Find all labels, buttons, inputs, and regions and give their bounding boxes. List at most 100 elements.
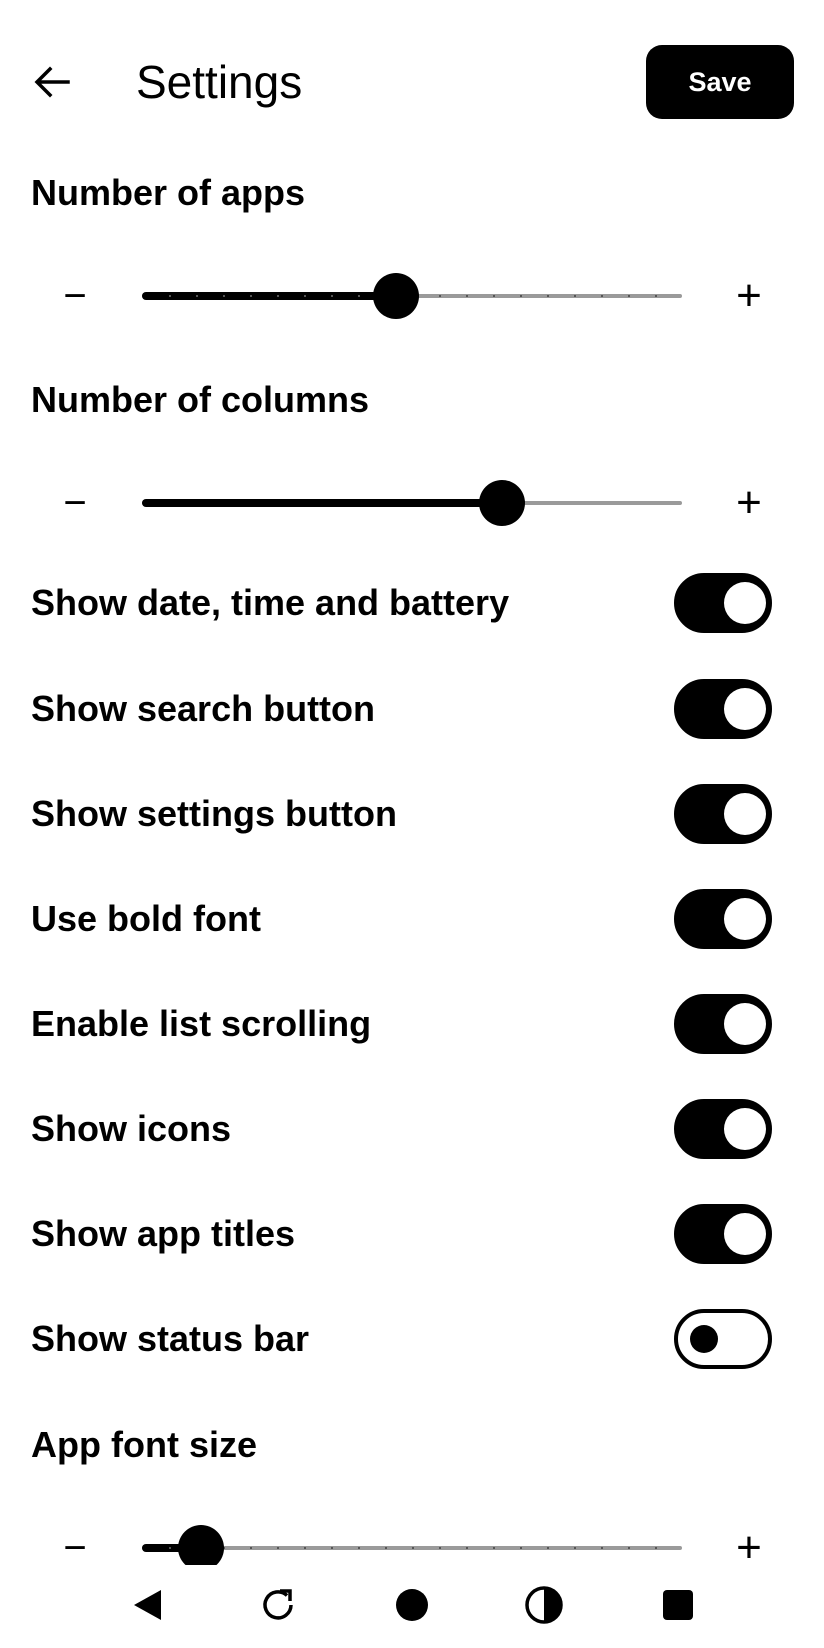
slider-tick — [601, 295, 603, 297]
slider-tick — [520, 1547, 522, 1549]
toggle-label: Show date, time and battery — [31, 582, 510, 623]
apps-count-decrease-button[interactable]: − — [50, 266, 100, 326]
status-bar-switch[interactable] — [674, 1309, 772, 1369]
page-title: Settings — [136, 56, 303, 108]
toggle-row-bold-font[interactable]: Use bold font — [0, 868, 824, 968]
plus-icon: + — [736, 478, 762, 527]
arrow-left-icon — [34, 66, 70, 98]
slider-tick — [439, 295, 441, 297]
slider-thumb[interactable] — [479, 480, 525, 526]
slider-tick — [358, 1547, 360, 1549]
font-size-label: App font size — [31, 1424, 257, 1465]
toggle-label: Show status bar — [31, 1318, 310, 1359]
minus-icon: − — [63, 480, 87, 525]
slider-tick — [574, 295, 576, 297]
toggle-label: Show search button — [31, 688, 376, 729]
slider-tick — [277, 1547, 279, 1549]
minus-icon: − — [63, 1525, 87, 1570]
slider-tick — [169, 1547, 171, 1549]
slider-tick — [628, 295, 630, 297]
apps-count-label: Number of apps — [31, 172, 306, 213]
nav-back-button[interactable] — [117, 1575, 177, 1635]
slider-tick — [439, 1547, 441, 1549]
slider-tick — [547, 295, 549, 297]
settings-button-switch[interactable] — [674, 784, 772, 844]
slider-tick — [385, 1547, 387, 1549]
slider-tick — [493, 1547, 495, 1549]
switch-knob — [724, 898, 766, 940]
header: Settings Save — [0, 0, 824, 165]
slider-thumb[interactable] — [373, 273, 419, 319]
columns-count-slider[interactable] — [142, 480, 682, 526]
toggle-label: Show app titles — [31, 1213, 296, 1254]
list-scrolling-switch[interactable] — [674, 994, 772, 1054]
search-button-switch[interactable] — [674, 679, 772, 739]
slider-tick — [655, 1547, 657, 1549]
switch-knob — [724, 1108, 766, 1150]
slider-tick — [223, 295, 225, 297]
nav-refresh-button[interactable] — [248, 1575, 308, 1635]
slider-tick — [412, 1547, 414, 1549]
show-icons-switch[interactable] — [674, 1099, 772, 1159]
toggle-label: Enable list scrolling — [31, 1003, 372, 1044]
slider-tick — [250, 295, 252, 297]
slider-tick — [304, 295, 306, 297]
back-button[interactable] — [30, 60, 74, 104]
switch-knob — [724, 688, 766, 730]
switch-knob — [724, 793, 766, 835]
switch-knob — [724, 1003, 766, 1045]
toggle-row-search-button[interactable]: Show search button — [0, 658, 824, 758]
font-size-slider[interactable] — [142, 1525, 682, 1571]
apps-count-slider[interactable] — [142, 273, 682, 319]
bold-font-switch[interactable] — [674, 889, 772, 949]
toggle-row-status-bar[interactable]: Show status bar — [0, 1288, 824, 1388]
columns-count-slider-row: − + — [0, 473, 824, 533]
toggle-row-show-icons[interactable]: Show icons — [0, 1078, 824, 1178]
columns-count-increase-button[interactable]: + — [724, 473, 774, 533]
toggle-row-date-time-battery[interactable]: Show date, time and battery — [0, 552, 824, 652]
app-titles-switch[interactable] — [674, 1204, 772, 1264]
plus-icon: + — [736, 271, 762, 320]
switch-knob — [690, 1325, 718, 1353]
nav-recents-button[interactable] — [648, 1575, 708, 1635]
contrast-icon — [525, 1586, 563, 1624]
square-recents-icon — [663, 1590, 693, 1620]
home-circle-icon — [396, 1589, 428, 1621]
date-time-battery-switch[interactable] — [674, 573, 772, 633]
slider-tick — [628, 1547, 630, 1549]
apps-count-increase-button[interactable]: + — [724, 266, 774, 326]
slider-tick — [331, 1547, 333, 1549]
slider-tick — [250, 1547, 252, 1549]
switch-knob — [724, 582, 766, 624]
slider-tick — [520, 295, 522, 297]
slider-tick — [574, 1547, 576, 1549]
slider-tick — [601, 1547, 603, 1549]
triangle-back-icon — [134, 1590, 161, 1620]
toggle-label: Show settings button — [31, 793, 397, 834]
slider-tick — [277, 295, 279, 297]
toggle-row-app-titles[interactable]: Show app titles — [0, 1183, 824, 1283]
slider-active-track — [142, 499, 502, 507]
toggle-row-settings-button[interactable]: Show settings button — [0, 763, 824, 863]
toggle-row-list-scrolling[interactable]: Enable list scrolling — [0, 973, 824, 1073]
nav-home-button[interactable] — [382, 1575, 442, 1635]
nav-contrast-button[interactable] — [514, 1575, 574, 1635]
minus-icon: − — [63, 273, 87, 318]
columns-count-decrease-button[interactable]: − — [50, 473, 100, 533]
slider-tick — [466, 295, 468, 297]
slider-tick — [466, 1547, 468, 1549]
slider-tick — [493, 295, 495, 297]
columns-count-label: Number of columns — [31, 379, 370, 420]
toggle-label: Show icons — [31, 1108, 232, 1149]
slider-tick — [304, 1547, 306, 1549]
settings-screen: Settings Save Number of apps − + Number … — [0, 0, 824, 1648]
save-button[interactable]: Save — [646, 45, 794, 119]
slider-tick — [547, 1547, 549, 1549]
toggle-label: Use bold font — [31, 898, 261, 939]
slider-tick — [358, 295, 360, 297]
slider-tick — [655, 295, 657, 297]
slider-tick — [196, 295, 198, 297]
slider-tick — [331, 295, 333, 297]
refresh-icon — [263, 1589, 293, 1620]
switch-knob — [724, 1213, 766, 1255]
